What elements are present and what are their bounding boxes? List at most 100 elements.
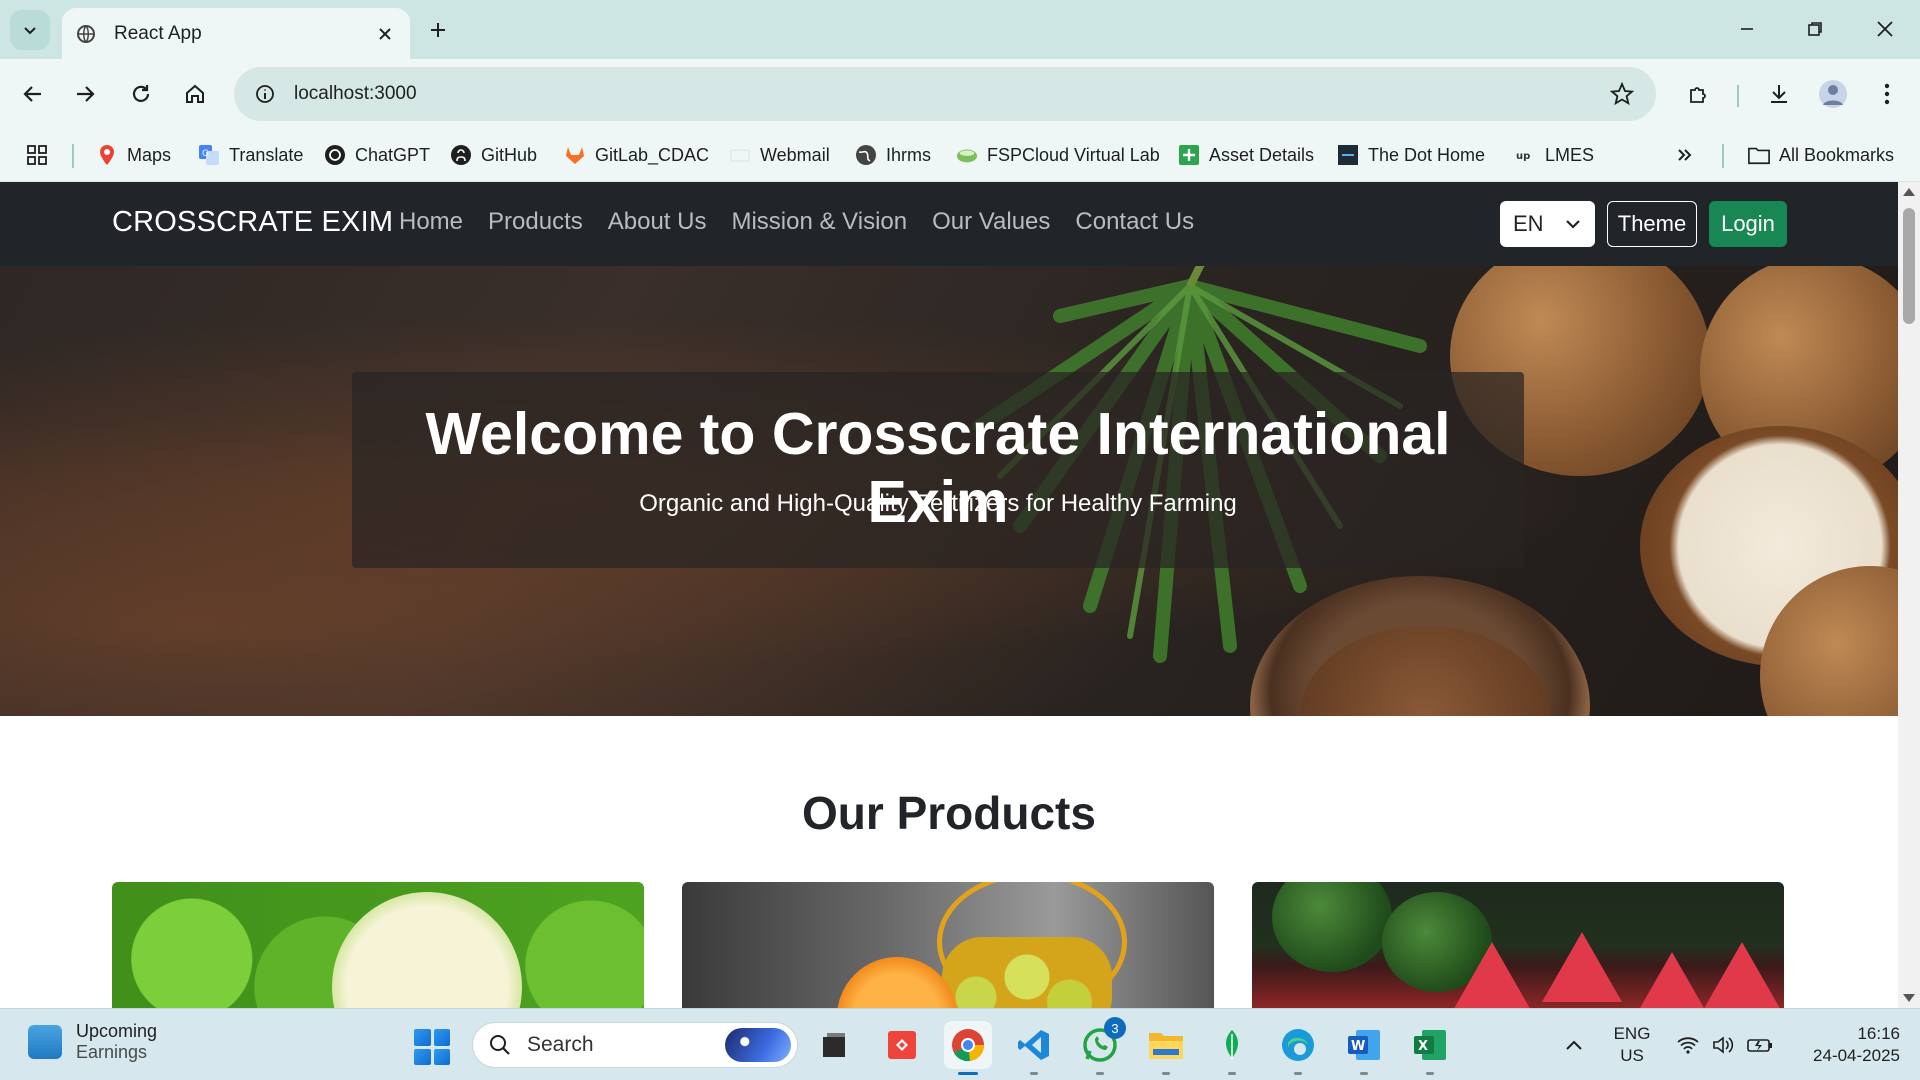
- taskbar-app-chrome[interactable]: [944, 1021, 992, 1075]
- apps-grid-icon: [27, 145, 47, 165]
- home-button[interactable]: [174, 73, 216, 115]
- search-placeholder: Search: [527, 1033, 594, 1056]
- reload-button[interactable]: [120, 73, 162, 115]
- toolbar-divider: [1737, 85, 1739, 107]
- nav-link-products[interactable]: Products: [488, 208, 583, 236]
- tab-title: React App: [114, 22, 202, 44]
- site-info-icon[interactable]: [250, 79, 280, 109]
- url-text[interactable]: localhost:3000: [294, 83, 1604, 105]
- system-clock[interactable]: 16:16 24-04-2025: [1790, 1023, 1900, 1067]
- scroll-up-icon[interactable]: [1903, 188, 1915, 196]
- scrollbar-thumb[interactable]: [1903, 208, 1915, 324]
- bookmark-label: GitLab_CDAC: [595, 144, 710, 165]
- forward-button[interactable]: [64, 73, 106, 115]
- tab-search-button[interactable]: [10, 10, 50, 50]
- browser-tab[interactable]: React App: [62, 8, 410, 59]
- taskbar-app-whatsapp[interactable]: 3: [1076, 1017, 1126, 1075]
- bookmark-webmail[interactable]: Webmail: [729, 140, 830, 170]
- bookmark-dot-home[interactable]: The Dot Home: [1337, 140, 1485, 170]
- browser-menu-button[interactable]: [1866, 73, 1908, 115]
- product-card-apples[interactable]: [112, 882, 644, 1008]
- page-scrollbar[interactable]: [1898, 182, 1920, 1008]
- widgets-button[interactable]: Upcoming Earnings: [28, 1021, 157, 1063]
- bookmark-chatgpt[interactable]: ChatGPT: [324, 140, 430, 170]
- taskbar-app-anydesk[interactable]: [878, 1021, 926, 1069]
- puzzle-icon: [1690, 87, 1706, 103]
- bookmark-star-icon[interactable]: [1604, 76, 1640, 112]
- language-select[interactable]: EN: [1500, 201, 1595, 247]
- start-button[interactable]: [414, 1029, 450, 1065]
- bookmark-label: ChatGPT: [355, 144, 431, 165]
- nav-link-home[interactable]: Home: [399, 208, 463, 236]
- site-navbar: CROSSCRATE EXIM Home Products About Us M…: [0, 182, 1898, 266]
- taskbar-app-file-explorer[interactable]: [1142, 1021, 1190, 1075]
- asset-plus-icon: [1178, 144, 1200, 166]
- clock-time: 16:16: [1857, 1024, 1900, 1043]
- product-card-oranges[interactable]: [682, 882, 1214, 1008]
- search-highlight-image: [725, 1028, 791, 1062]
- chevron-down-icon: [24, 27, 36, 35]
- apps-grid-button[interactable]: [26, 140, 48, 170]
- close-tab-icon[interactable]: [368, 17, 402, 51]
- bookmark-translate[interactable]: G Translate: [198, 140, 303, 170]
- watermelon-image: [1272, 882, 1392, 972]
- profile-avatar[interactable]: [1812, 73, 1854, 115]
- bookmark-label: LMES: [1545, 144, 1595, 165]
- taskbar-search[interactable]: Search: [472, 1022, 798, 1068]
- bookmark-fspcloud[interactable]: FSPCloud Virtual Lab: [956, 140, 1160, 170]
- taskbar-app-vscode[interactable]: [1010, 1021, 1058, 1075]
- nav-link-our-values[interactable]: Our Values: [932, 208, 1050, 236]
- more-bookmarks-button[interactable]: [1676, 140, 1694, 170]
- taskbar-app-word[interactable]: W: [1340, 1021, 1388, 1075]
- volume-icon[interactable]: [1710, 1031, 1738, 1059]
- taskbar-app-excel[interactable]: X: [1406, 1021, 1454, 1075]
- bookmark-label: Ihrms: [886, 144, 931, 165]
- input-language-indicator[interactable]: ENG US: [1612, 1023, 1652, 1067]
- stocks-chart-icon: [28, 1025, 62, 1059]
- minimize-button[interactable]: [1718, 8, 1776, 50]
- address-bar[interactable]: localhost:3000: [234, 67, 1656, 121]
- nav-link-mission-vision[interactable]: Mission & Vision: [731, 208, 907, 236]
- battery-icon[interactable]: [1746, 1031, 1774, 1059]
- browser-toolbar: localhost:3000: [0, 59, 1920, 130]
- taskbar-app-task-view[interactable]: [810, 1021, 858, 1069]
- extensions-button[interactable]: [1678, 73, 1720, 115]
- show-hidden-icons-button[interactable]: [1560, 1033, 1588, 1057]
- close-window-button[interactable]: [1856, 8, 1914, 50]
- taskbar-app-edge[interactable]: [1274, 1021, 1322, 1075]
- restore-icon: [1808, 22, 1822, 36]
- globe-icon: [74, 22, 98, 46]
- all-bookmarks-button[interactable]: All Bookmarks: [1748, 140, 1894, 170]
- bookmark-maps[interactable]: Maps: [96, 140, 171, 170]
- bookmark-ihrms[interactable]: Ihrms: [855, 140, 931, 170]
- nav-link-contact-us[interactable]: Contact Us: [1075, 208, 1194, 236]
- gitlab-icon: [564, 144, 586, 166]
- restore-button[interactable]: [1786, 8, 1844, 50]
- watermelon-slice-image: [1632, 952, 1712, 1008]
- bookmark-asset-details[interactable]: Asset Details: [1178, 140, 1314, 170]
- scroll-down-icon[interactable]: [1903, 994, 1915, 1002]
- webmail-icon: [729, 144, 751, 166]
- bookmark-github[interactable]: GitHub: [450, 140, 537, 170]
- bookmarks-divider: [1722, 144, 1724, 168]
- product-card-watermelon[interactable]: [1252, 882, 1784, 1008]
- wifi-icon[interactable]: [1674, 1031, 1702, 1059]
- taskbar-app-mongodb[interactable]: [1208, 1021, 1256, 1075]
- downloads-button[interactable]: [1758, 73, 1800, 115]
- theme-button[interactable]: Theme: [1607, 201, 1697, 247]
- download-icon: [1771, 85, 1787, 103]
- site-brand[interactable]: CROSSCRATE EXIM: [112, 206, 393, 239]
- bookmark-gitlab[interactable]: GitLab_CDAC: [564, 140, 709, 170]
- widget-subtitle: Earnings: [76, 1042, 148, 1062]
- new-tab-button[interactable]: [420, 12, 456, 48]
- login-button[interactable]: Login: [1709, 201, 1787, 247]
- bookmark-lmes[interactable]: up LMES: [1514, 140, 1594, 170]
- clock-date: 24-04-2025: [1813, 1046, 1900, 1065]
- language-code: ENG: [1613, 1024, 1651, 1043]
- folder-icon: [1748, 144, 1770, 166]
- back-button[interactable]: [12, 73, 54, 115]
- tab-strip: React App: [0, 0, 1920, 59]
- nav-link-about-us[interactable]: About Us: [608, 208, 707, 236]
- task-view-icon: [823, 1033, 845, 1057]
- reload-icon: [132, 85, 150, 102]
